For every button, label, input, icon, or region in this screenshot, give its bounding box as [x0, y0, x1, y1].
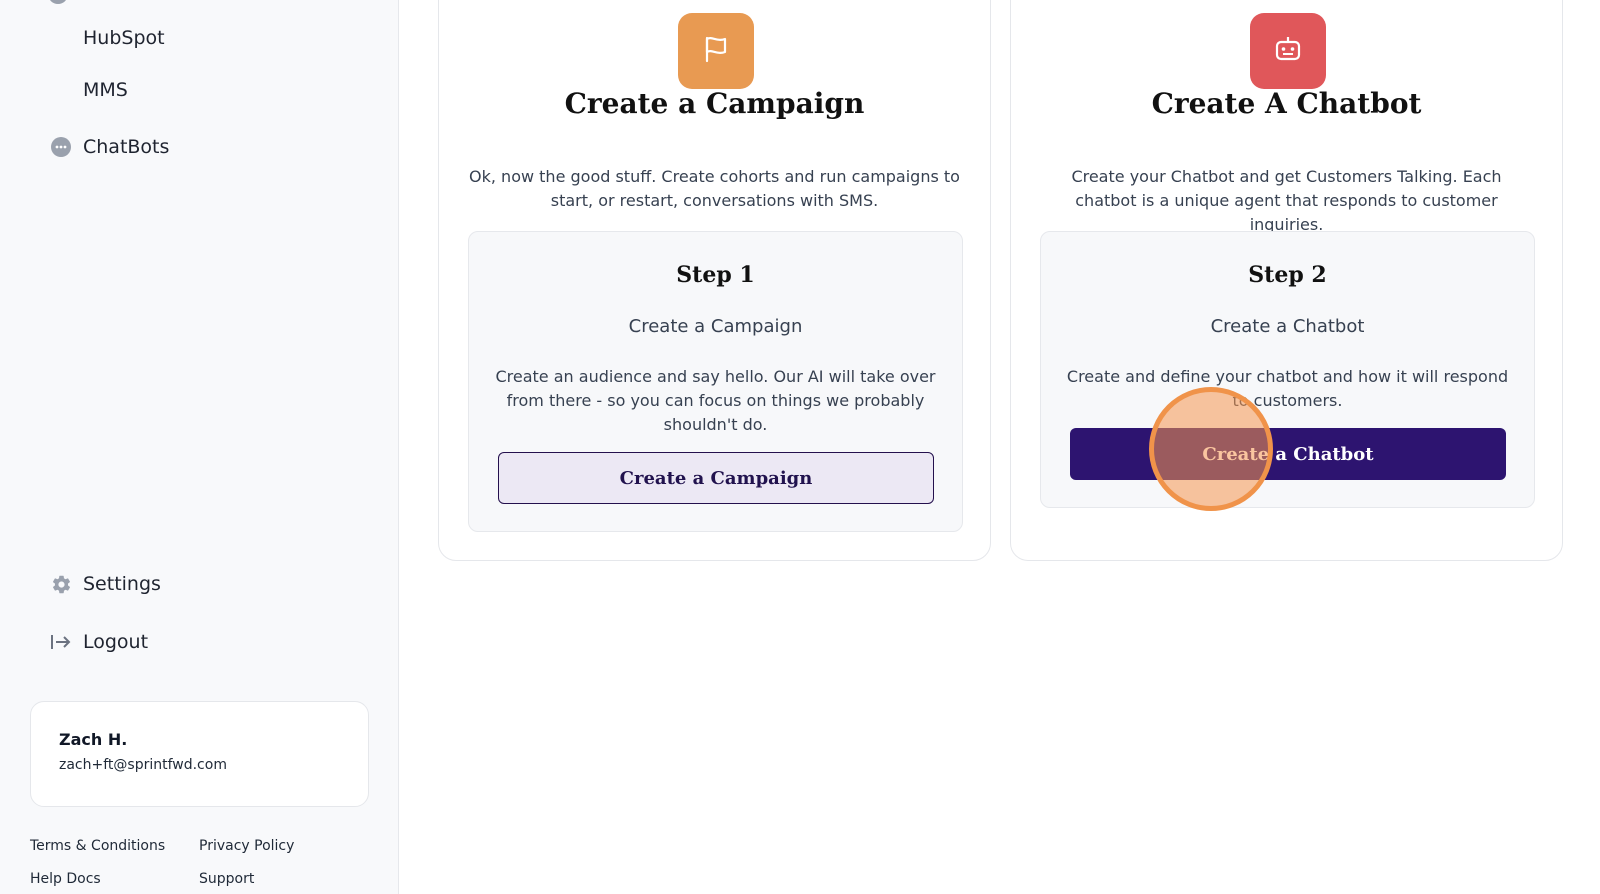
campaign-card: Create a Campaign Ok, now the good stuff… [438, 0, 991, 561]
user-name: Zach H. [59, 730, 128, 749]
card-title: Create A Chatbot [1151, 87, 1422, 120]
support-link[interactable]: Support [199, 871, 254, 887]
step-title: Step 2 [1248, 262, 1327, 288]
card-description: Create your Chatbot and get Customers Ta… [1071, 167, 1502, 234]
step-title: Step 1 [676, 262, 755, 288]
card-description: Ok, now the good stuff. Create cohorts a… [469, 167, 960, 210]
create-chatbot-button[interactable]: Create a Chatbot [1070, 428, 1506, 480]
flag-icon [699, 32, 733, 70]
help-docs-link[interactable]: Help Docs [30, 871, 101, 887]
sidebar-item-label: Settings [83, 573, 161, 595]
chatbot-badge [1250, 13, 1326, 89]
sidebar-item-hubspot[interactable]: HubSpot [83, 27, 165, 49]
step-text: Create and define your chatbot and how i… [1066, 367, 1509, 410]
gear-icon [50, 573, 72, 595]
chatbot-card: Create A Chatbot Create your Chatbot and… [1010, 0, 1563, 561]
sidebar-item-label: Logout [83, 631, 149, 653]
sidebar-item-settings[interactable]: Settings [50, 573, 161, 595]
logout-icon [50, 631, 72, 653]
create-campaign-button[interactable]: Create a Campaign [498, 452, 934, 504]
step-text: Create an audience and say hello. Our AI… [495, 367, 936, 434]
sidebar-item-mms[interactable]: MMS [83, 79, 128, 101]
step-subtitle: Create a Chatbot [1210, 316, 1365, 337]
sidebar-item-logout[interactable]: Logout [50, 631, 148, 653]
card-title: Create a Campaign [564, 87, 865, 120]
privacy-policy-link[interactable]: Privacy Policy [199, 838, 294, 854]
user-card[interactable]: Zach H. zach+ft@sprintfwd.com [30, 701, 369, 807]
campaign-badge [678, 13, 754, 89]
terms-link[interactable]: Terms & Conditions [30, 838, 165, 854]
sidebar: HubSpot MMS ChatBots Settings Logout Zac… [0, 0, 399, 894]
step-box: Step 1 Create a Campaign Create an audie… [468, 231, 963, 532]
sidebar-item-chatbots[interactable]: ChatBots [50, 136, 169, 158]
chat-bubble-icon [50, 136, 72, 158]
sidebar-item-label: ChatBots [83, 136, 170, 158]
user-email: zach+ft@sprintfwd.com [59, 757, 227, 773]
robot-icon [1271, 32, 1305, 70]
step-box: Step 2 Create a Chatbot Create and defin… [1040, 231, 1535, 508]
cut-off-nav-item [48, 0, 168, 4]
step-subtitle: Create a Campaign [628, 316, 803, 337]
